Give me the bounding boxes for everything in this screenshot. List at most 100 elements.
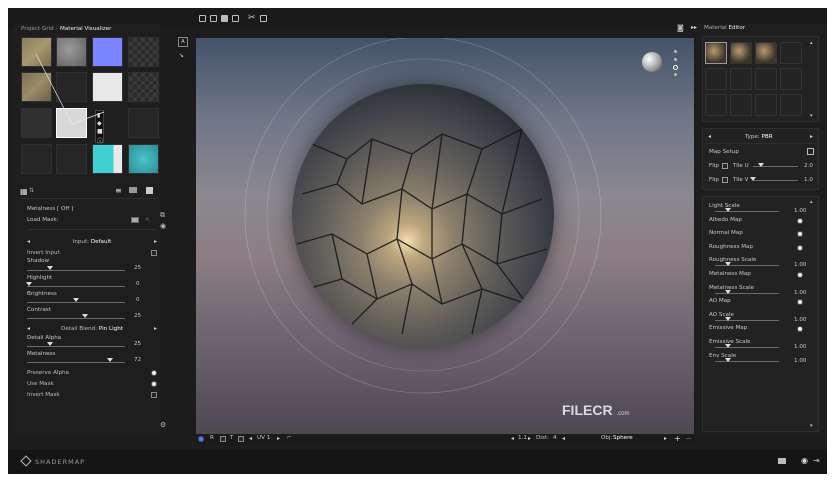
map-setup-icon[interactable] <box>807 148 814 155</box>
metalness-slider-track[interactable] <box>27 362 125 363</box>
texture-slot-dark[interactable] <box>21 108 52 138</box>
use-mask-toggle[interactable] <box>151 380 157 387</box>
preserve-alpha-toggle[interactable] <box>151 369 157 376</box>
property-slider-handle[interactable] <box>725 316 731 321</box>
save-grid-icon[interactable] <box>146 187 153 194</box>
light-dot-2[interactable] <box>674 58 677 61</box>
shadow-slider-handle[interactable] <box>47 266 53 270</box>
props-scroll-down[interactable]: ▾ <box>810 423 813 429</box>
material-slot-9[interactable] <box>705 94 727 116</box>
material-slot-4[interactable] <box>780 42 802 64</box>
transform-icon[interactable]: ↘ <box>179 52 184 59</box>
tile-v-handle[interactable] <box>750 177 756 181</box>
grid-sort-icon[interactable]: ⇅ <box>29 187 34 194</box>
property-map-toggle[interactable] <box>797 272 803 278</box>
obj-next-arrow[interactable]: ▸ <box>664 435 667 442</box>
clear-mask-icon[interactable]: ✕ <box>145 216 150 223</box>
slot-arrow-icon[interactable]: ◆ <box>97 120 102 127</box>
type-selector[interactable]: Type: PBR <box>745 134 773 140</box>
dist-mid-arrow[interactable]: ▸ <box>528 435 531 442</box>
zoom-in-icon[interactable]: + <box>674 434 681 443</box>
light-dot-4[interactable] <box>674 73 677 76</box>
texture-slot-teal-noise[interactable] <box>128 144 159 174</box>
property-slider-handle[interactable] <box>725 208 731 212</box>
layer-icon[interactable] <box>129 187 137 193</box>
invert-mask-checkbox[interactable] <box>151 391 157 398</box>
property-slider-handle[interactable] <box>725 262 731 267</box>
input-next-arrow[interactable]: ▸ <box>154 238 157 245</box>
material-slot-2[interactable] <box>730 42 752 64</box>
save-as-icon[interactable] <box>232 15 239 22</box>
new-file-icon[interactable] <box>199 15 206 22</box>
settings-gear-icon[interactable]: ⚙ <box>160 421 166 429</box>
open-file-icon[interactable] <box>210 15 217 22</box>
visibility-icon[interactable]: ◉ <box>160 222 166 230</box>
export-icon[interactable] <box>260 15 267 22</box>
texture-slot-normal[interactable] <box>92 37 123 67</box>
tools-icon[interactable]: ✂ <box>248 13 256 23</box>
type-next-arrow[interactable]: ▸ <box>810 133 813 140</box>
texture-slot-empty-1[interactable] <box>128 37 159 67</box>
property-map-toggle[interactable] <box>797 326 803 333</box>
contrast-slider-handle[interactable] <box>82 314 88 318</box>
shadow-slider-track[interactable] <box>27 270 125 271</box>
flip-checkbox-2[interactable] <box>722 177 728 183</box>
slot-save-icon[interactable]: ■ <box>97 128 103 135</box>
texture-slot-white[interactable] <box>92 72 123 102</box>
property-map-toggle[interactable] <box>797 217 803 224</box>
material-slot-7[interactable] <box>755 68 777 90</box>
view-mode-icon[interactable]: A <box>178 37 188 47</box>
material-slot-6[interactable] <box>730 68 752 90</box>
detail-alpha-slider-handle[interactable] <box>47 342 53 346</box>
uv-prev-arrow[interactable]: ◂ <box>249 435 252 442</box>
stack-icon[interactable]: ≡ <box>115 186 122 195</box>
environment-icon[interactable] <box>198 436 204 442</box>
material-slot-12[interactable] <box>780 94 802 116</box>
input-selector[interactable]: ◂ Input: Default ▸ <box>27 237 157 246</box>
invert-input-checkbox[interactable] <box>151 249 157 256</box>
render-mode-box-1[interactable] <box>220 436 226 442</box>
material-preview-sphere[interactable] <box>292 84 554 346</box>
camera-icon[interactable]: ◙ <box>677 24 684 32</box>
material-slot-1[interactable] <box>705 42 727 64</box>
load-mask-button[interactable] <box>131 217 139 223</box>
render-mode-r[interactable]: R <box>210 435 214 441</box>
input-prev-arrow[interactable]: ◂ <box>27 238 30 245</box>
uv-snap-icon[interactable]: ⌐ <box>287 435 292 441</box>
detail-blend-next-arrow[interactable]: ▸ <box>154 325 157 332</box>
material-slot-3[interactable] <box>755 42 777 64</box>
detail-blend-selector[interactable]: ◂ Detail Blend: Pin Light ▸ <box>27 324 157 333</box>
property-slider-handle[interactable] <box>725 344 731 348</box>
brightness-slider-handle[interactable] <box>73 298 79 302</box>
texture-slot-height[interactable] <box>56 37 87 67</box>
property-slider-handle[interactable] <box>725 289 731 294</box>
obj-prev-arrow[interactable]: ◂ <box>562 435 565 442</box>
material-slot-5[interactable] <box>705 68 727 90</box>
dist-prev-arrow[interactable]: ◂ <box>511 435 514 442</box>
property-slider-handle[interactable] <box>725 357 731 362</box>
detail-blend-prev-arrow[interactable]: ◂ <box>27 325 30 332</box>
light-direction-ball[interactable] <box>642 52 662 72</box>
render-mode-t[interactable]: T <box>230 435 233 441</box>
flip-checkbox-1[interactable] <box>722 163 728 169</box>
metalness-slider-handle[interactable] <box>107 358 113 362</box>
viewport-3d[interactable]: FILECR .com <box>196 38 694 434</box>
save-icon[interactable] <box>221 15 228 22</box>
brightness-slider-track[interactable] <box>27 302 125 303</box>
texture-slot-selected[interactable] <box>56 108 87 138</box>
exit-icon[interactable]: ⇥ <box>813 456 820 465</box>
sliders-icon[interactable]: ⧉ <box>160 211 165 220</box>
fullscreen-icon[interactable] <box>778 458 786 464</box>
contrast-slider-track[interactable] <box>27 318 125 319</box>
uv-next-arrow[interactable]: ▸ <box>277 435 280 442</box>
render-mode-box-2[interactable] <box>238 436 244 442</box>
property-map-toggle[interactable] <box>797 231 803 238</box>
highlight-slider-handle[interactable] <box>26 282 32 286</box>
light-dot-1[interactable] <box>674 50 677 53</box>
texture-slot-empty-4[interactable] <box>128 108 159 138</box>
material-slot-11[interactable] <box>755 94 777 116</box>
slots-scroll-up[interactable]: ▴ <box>810 40 813 46</box>
grid-view-icon[interactable]: ▦ <box>20 187 28 196</box>
property-map-toggle[interactable] <box>797 299 803 306</box>
tile-v-track[interactable] <box>753 180 798 181</box>
